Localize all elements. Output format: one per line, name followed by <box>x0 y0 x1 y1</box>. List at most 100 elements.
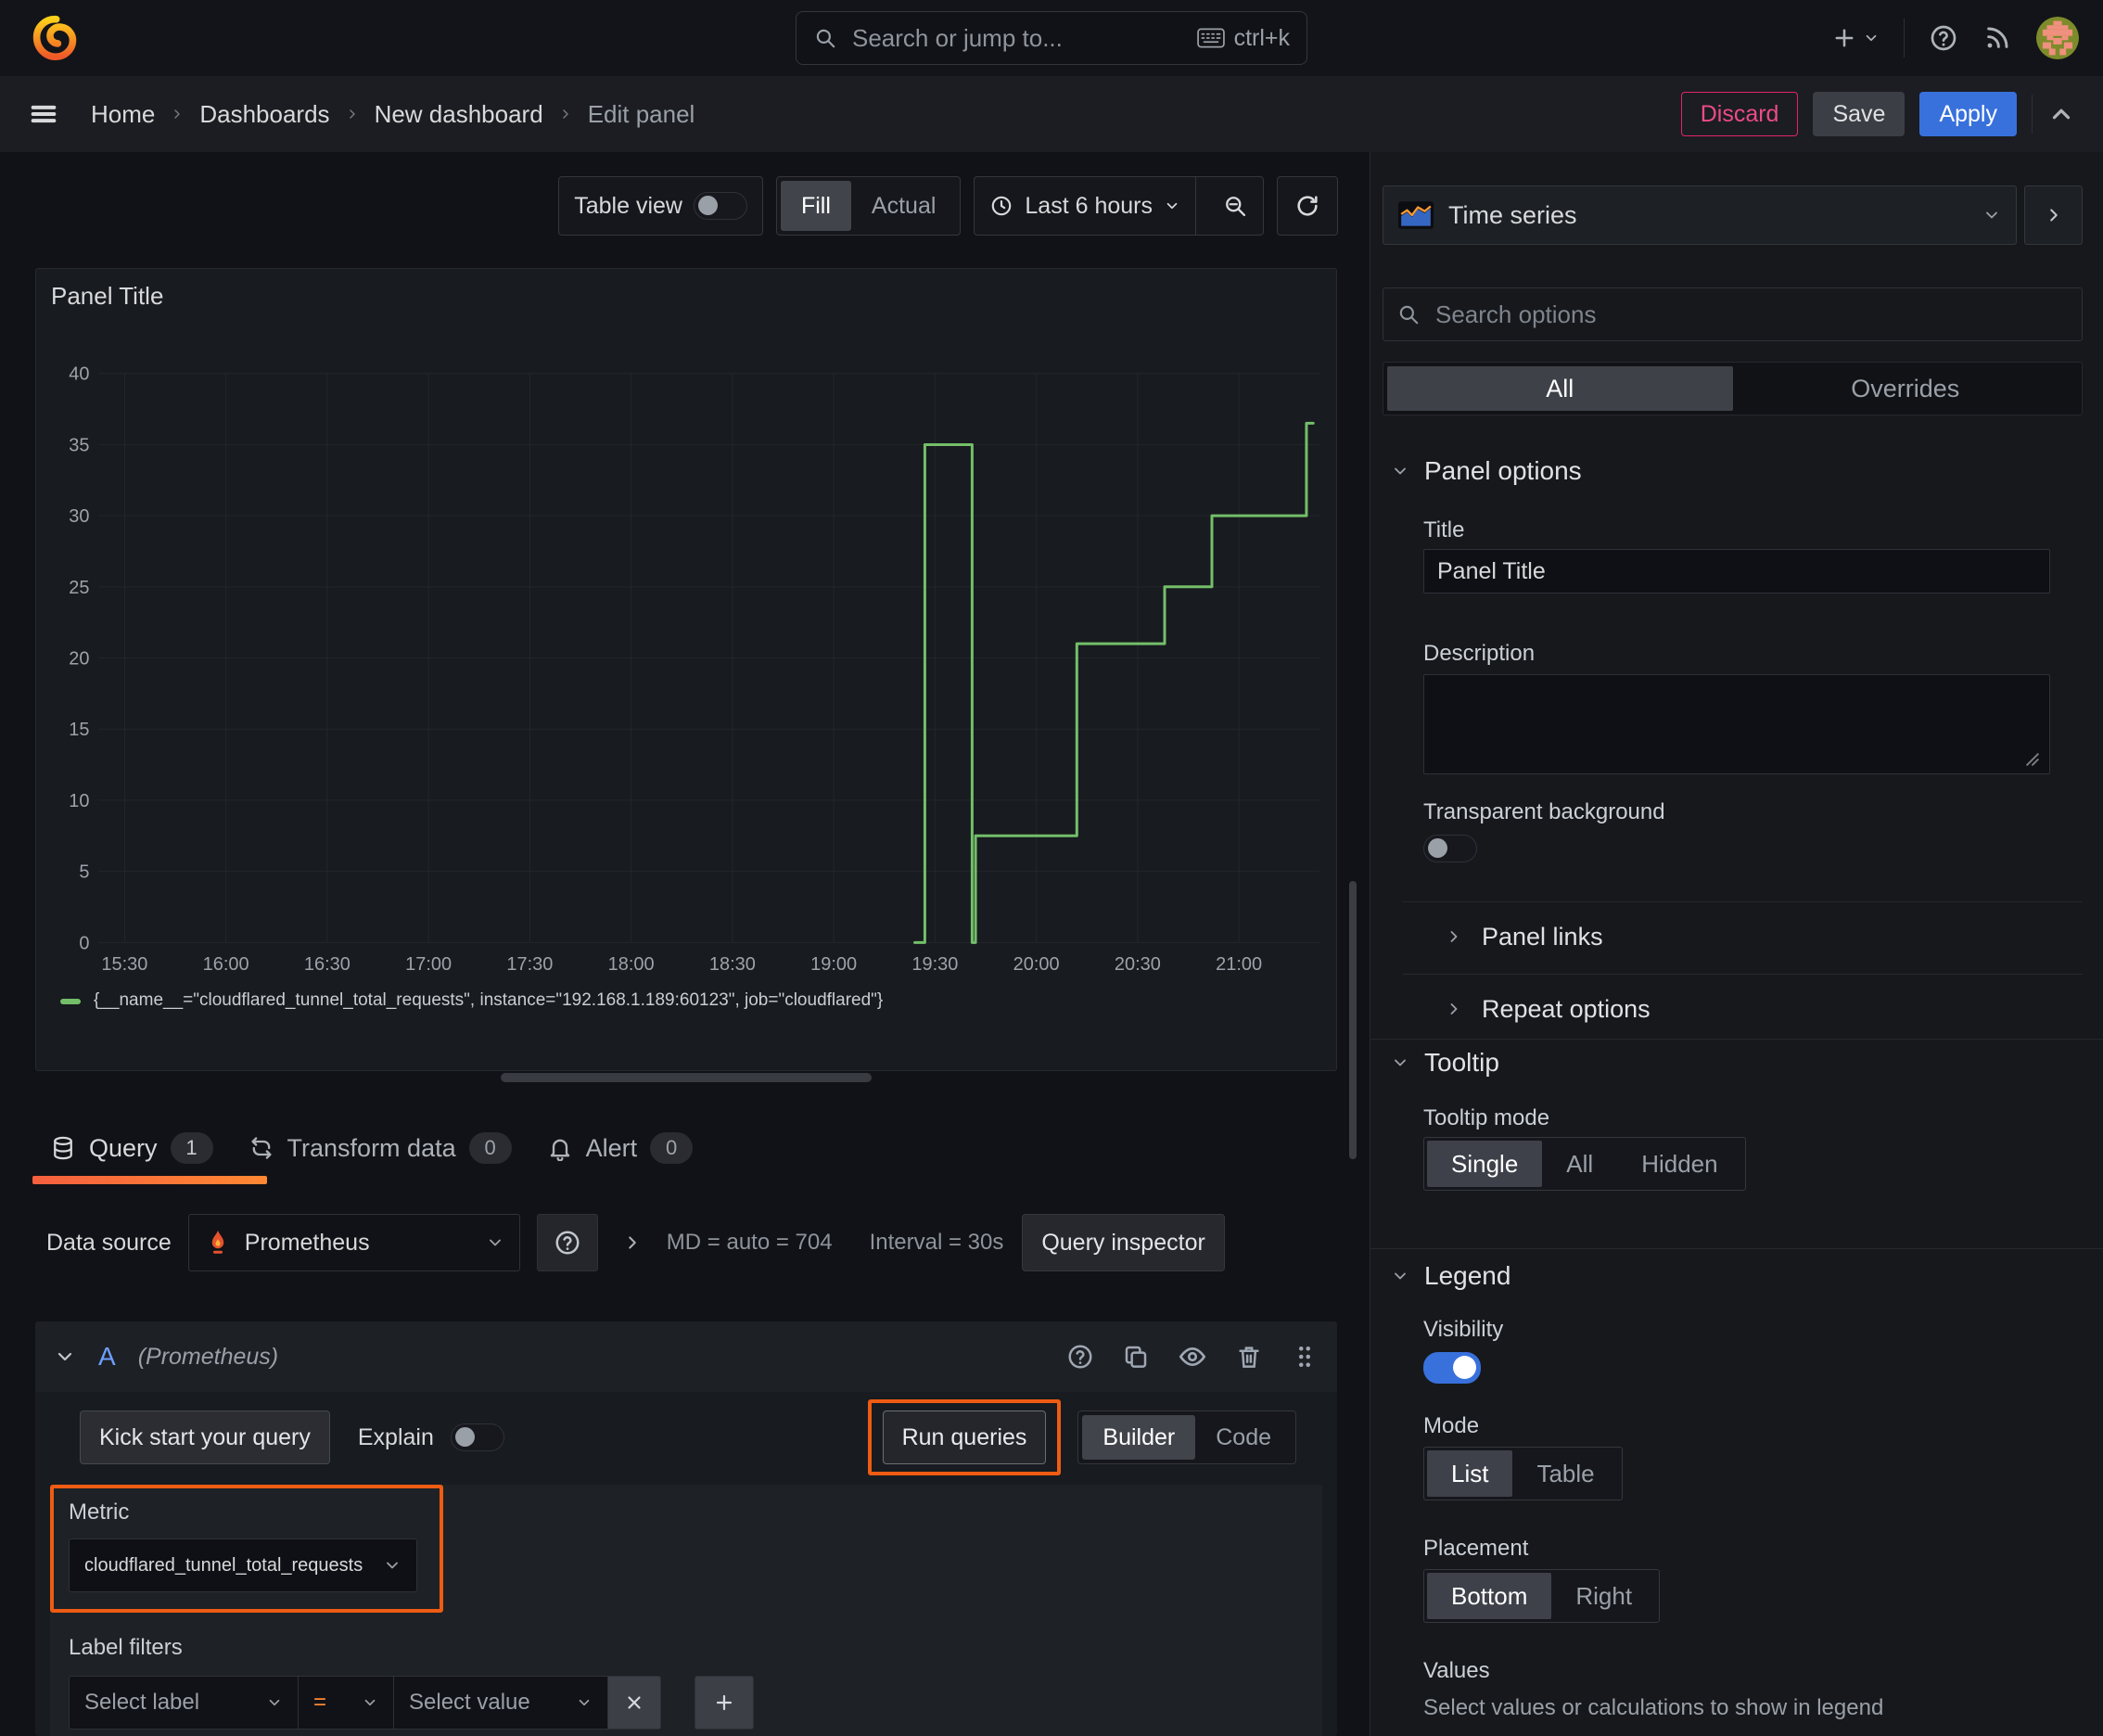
mode-table-option[interactable]: Table <box>1512 1450 1618 1497</box>
breadcrumb-home[interactable]: Home <box>91 100 155 129</box>
select-label-dropdown[interactable]: Select label <box>69 1676 299 1730</box>
query-builder-subpanel: Metric cloudflared_tunnel_total_requests… <box>50 1485 1322 1736</box>
help-icon[interactable] <box>1929 23 1958 53</box>
apply-button[interactable]: Apply <box>1919 92 2017 136</box>
legend-section-header[interactable]: Legend <box>1391 1261 1510 1291</box>
discard-button[interactable]: Discard <box>1680 92 1799 136</box>
refresh-button[interactable] <box>1277 176 1338 236</box>
chevron-down-icon <box>1166 202 1178 210</box>
divider <box>1195 177 1196 235</box>
time-series-chart[interactable]: 0 5 10 15 20 25 30 35 40 15:30 16:00 16:30 17:00 17:3… <box>36 269 1336 1070</box>
duplicate-copy-icon[interactable] <box>1122 1343 1150 1371</box>
viz-name: Time series <box>1448 200 1577 229</box>
chevron-right-icon <box>1450 931 1458 942</box>
chevron-down-icon <box>579 1699 590 1706</box>
global-search[interactable]: ctrl+k <box>796 11 1307 65</box>
mode-list-option[interactable]: List <box>1427 1450 1513 1497</box>
toggle-options-pane-button[interactable] <box>2024 185 2083 245</box>
time-series-viz-icon <box>1398 201 1434 229</box>
menu-hamburger-icon[interactable] <box>28 98 59 130</box>
zoom-out-button[interactable] <box>1211 193 1259 219</box>
panel-options-section-header[interactable]: Panel options <box>1391 456 1582 486</box>
help-icon[interactable] <box>1066 1343 1094 1371</box>
svg-text:15:30: 15:30 <box>101 954 147 975</box>
panel-links-section[interactable]: Panel links <box>1445 913 1603 961</box>
save-button[interactable]: Save <box>1813 92 1905 136</box>
time-range-label[interactable]: Last 6 hours <box>1025 193 1153 220</box>
options-search-input[interactable] <box>1434 299 2069 330</box>
breadcrumb-dashboards[interactable]: Dashboards <box>199 100 329 129</box>
chevron-down-icon[interactable] <box>54 1346 76 1368</box>
datasource-label: Data source <box>46 1229 172 1256</box>
trash-icon[interactable] <box>1235 1343 1263 1371</box>
code-option[interactable]: Code <box>1195 1415 1292 1460</box>
tab-query[interactable]: Query 1 <box>35 1123 228 1173</box>
placement-right-option[interactable]: Right <box>1551 1573 1656 1619</box>
tab-alert[interactable]: Alert 0 <box>532 1123 708 1173</box>
time-range-group: Last 6 hours <box>974 176 1264 236</box>
interval-stat: Interval = 30s <box>869 1230 1004 1255</box>
repeat-options-section[interactable]: Repeat options <box>1445 985 1651 1033</box>
legend-visibility-toggle[interactable] <box>1423 1352 1481 1384</box>
explain-toggle[interactable] <box>450 1423 504 1451</box>
panel-title-input[interactable] <box>1423 549 2050 594</box>
datasource-help-button[interactable] <box>536 1214 598 1271</box>
tooltip-label: Tooltip <box>1424 1048 1499 1077</box>
breadcrumb-new-dashboard[interactable]: New dashboard <box>375 100 543 129</box>
resize-drag-handle[interactable] <box>501 1073 872 1082</box>
tab-alert-label: Alert <box>585 1133 638 1162</box>
tooltip-hidden-option[interactable]: Hidden <box>1617 1141 1741 1187</box>
series-label[interactable]: {__name__="cloudflared_tunnel_total_requ… <box>94 990 883 1011</box>
values-label: Values <box>1423 1658 1490 1683</box>
mode-label: Mode <box>1423 1413 1480 1438</box>
chevron-up-icon[interactable] <box>2047 100 2075 128</box>
visualization-picker[interactable]: Time series <box>1383 185 2017 245</box>
tab-overrides[interactable]: Overrides <box>1733 366 2079 411</box>
user-avatar[interactable] <box>2036 17 2079 59</box>
actual-option[interactable]: Actual <box>851 181 956 231</box>
select-value-dropdown[interactable]: Select value <box>393 1676 608 1730</box>
news-rss-icon[interactable] <box>1982 23 2012 53</box>
divider <box>1403 901 2083 902</box>
search-input[interactable] <box>850 22 1184 54</box>
add-filter-button[interactable] <box>695 1676 754 1730</box>
transform-icon <box>251 1137 272 1159</box>
options-search[interactable] <box>1383 287 2083 341</box>
hide-eye-icon[interactable] <box>1178 1342 1207 1372</box>
query-editor-body: Kick start your query Explain Run querie… <box>35 1392 1337 1736</box>
svg-text:19:00: 19:00 <box>810 954 857 975</box>
grafana-logo-icon[interactable] <box>30 13 80 63</box>
query-count-badge: 1 <box>170 1132 213 1164</box>
datasource-picker[interactable]: Prometheus <box>187 1214 520 1271</box>
drag-grip-icon[interactable] <box>1291 1343 1319 1371</box>
tab-all[interactable]: All <box>1387 366 1733 411</box>
transparent-background-toggle[interactable] <box>1423 835 1477 862</box>
metric-select[interactable]: cloudflared_tunnel_total_requests <box>69 1538 417 1592</box>
query-inspector-button[interactable]: Query inspector <box>1022 1214 1225 1271</box>
query-ref-datasource: (Prometheus) <box>137 1343 279 1370</box>
max-data-points-stat: MD = auto = 704 <box>666 1230 833 1255</box>
table-view-toggle[interactable] <box>693 192 747 220</box>
tab-transform-data[interactable]: Transform data 0 <box>234 1123 527 1173</box>
operator-dropdown[interactable]: = <box>298 1676 394 1730</box>
kick-start-query-button[interactable]: Kick start your query <box>80 1410 330 1464</box>
builder-option[interactable]: Builder <box>1082 1415 1196 1460</box>
svg-text:20:30: 20:30 <box>1115 954 1161 975</box>
description-textarea[interactable] <box>1423 674 2050 774</box>
add-menu-button[interactable] <box>1831 25 1880 51</box>
fill-option[interactable]: Fill <box>780 181 851 231</box>
tooltip-section-header[interactable]: Tooltip <box>1391 1048 1499 1078</box>
run-queries-button[interactable]: Run queries <box>882 1410 1047 1464</box>
values-hint: Select values or calculations to show in… <box>1423 1695 1884 1720</box>
chevron-down-icon <box>1866 34 1877 42</box>
top-bar: ctrl+k <box>0 0 2103 76</box>
vertical-scrollbar[interactable] <box>1349 881 1357 1159</box>
database-icon <box>54 1136 72 1160</box>
query-ref-id[interactable]: A <box>98 1342 116 1372</box>
placement-bottom-option[interactable]: Bottom <box>1427 1573 1552 1619</box>
plus-icon <box>716 1694 733 1711</box>
tooltip-single-option[interactable]: Single <box>1427 1141 1543 1187</box>
tooltip-all-option[interactable]: All <box>1542 1141 1617 1187</box>
remove-filter-button[interactable] <box>607 1676 661 1730</box>
collapse-chevron-right-icon[interactable] <box>622 1232 643 1253</box>
